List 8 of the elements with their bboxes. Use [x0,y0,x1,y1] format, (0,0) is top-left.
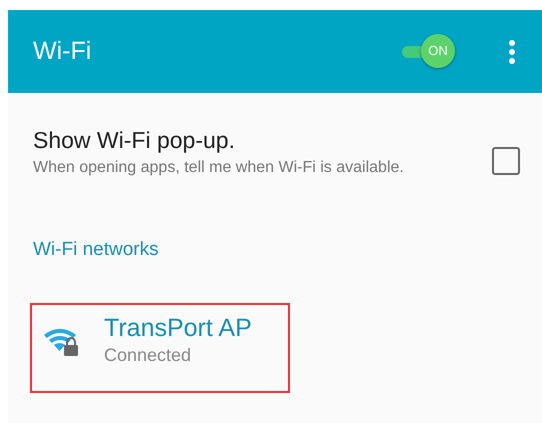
network-status: Connected [104,344,192,368]
network-item[interactable]: TransPort AP Connected [30,302,290,393]
screen-title: Wi-Fi [33,36,92,67]
checkbox[interactable] [492,147,520,175]
setting-description: When opening apps, tell me when Wi-Fi is available. [33,158,405,178]
network-name: TransPort AP [104,314,252,342]
setting-title: Show Wi-Fi pop-up. [33,126,236,155]
section-header: Wi-Fi networks [32,238,160,262]
